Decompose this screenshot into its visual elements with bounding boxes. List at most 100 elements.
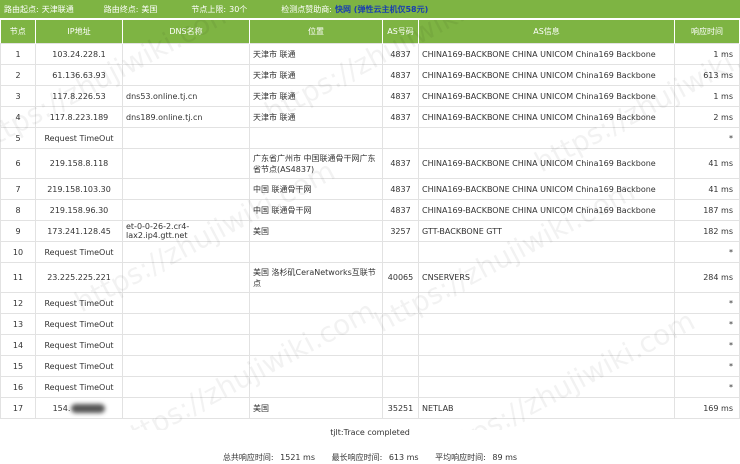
hop-cell: 8 bbox=[0, 199, 36, 221]
header-response-time: 响应时间 bbox=[674, 20, 740, 44]
response-time-cell-text: 1 ms bbox=[713, 49, 733, 59]
hop-cell: 15 bbox=[0, 355, 36, 377]
as-info-cell-text: GTT-BACKBONE GTT bbox=[422, 226, 502, 236]
ip-cell: 103.24.228.1 bbox=[35, 43, 123, 65]
hop-cell-text: 12 bbox=[12, 298, 24, 308]
ip-cell: 173.241.128.45 bbox=[35, 220, 123, 242]
location-cell bbox=[249, 292, 383, 314]
table-row: 1 103.24.228.1 天津市 联通 4837 CHINA169-BACKBONE… bbox=[0, 43, 740, 65]
as-number-cell-text: 4837 bbox=[390, 205, 411, 215]
response-time-cell: 182 ms bbox=[674, 220, 740, 242]
location-cell: 天津市 联通 bbox=[249, 106, 383, 128]
response-time-cell-text: * bbox=[729, 247, 733, 257]
as-info-cell: CHINA169-BACKBONE CHINA UNICOM China169 … bbox=[418, 64, 675, 86]
hop-cell-text: 15 bbox=[12, 361, 24, 371]
table-row: 7 219.158.103.30 中国 联通骨干网 4837 CHINA169-BACK… bbox=[0, 178, 740, 200]
ip-cell: Request TimeOut bbox=[35, 292, 123, 314]
location-cell-text: 美国 bbox=[253, 403, 269, 413]
ip-cell: Request TimeOut bbox=[35, 334, 123, 356]
ip-cell-text: 173.241.128.45 bbox=[47, 226, 111, 236]
header-dns: DNS名称 bbox=[122, 20, 250, 44]
hop-cell-text: 1 bbox=[15, 49, 21, 59]
as-number-cell: 4837 bbox=[382, 85, 419, 107]
ip-cell-text: 103.24.228.1 bbox=[52, 49, 106, 59]
location-cell: 中国 联通骨干网 bbox=[249, 178, 383, 200]
as-info-cell bbox=[418, 355, 675, 377]
as-number-cell-text: 4837 bbox=[390, 70, 411, 80]
as-info-cell: CHINA169-BACKBONE CHINA UNICOM China169 … bbox=[418, 43, 675, 65]
ip-cell: 61.136.63.93 bbox=[35, 64, 123, 86]
ip-cell-text: 154. bbox=[52, 403, 71, 413]
ip-cell: 117.8.226.53 bbox=[35, 85, 123, 107]
ip-cell-text: Request TimeOut bbox=[44, 382, 114, 392]
response-time-cell-text: * bbox=[729, 298, 733, 308]
dns-cell-text: dns53.online.tj.cn bbox=[126, 91, 198, 101]
as-number-cell: 35251 bbox=[382, 397, 419, 419]
response-time-cell: * bbox=[674, 241, 740, 263]
hop-cell-text: 9 bbox=[15, 226, 21, 236]
hop-cell-text: 16 bbox=[12, 382, 24, 392]
as-number-cell bbox=[382, 127, 419, 149]
location-cell bbox=[249, 241, 383, 263]
ip-cell-text: 117.8.223.189 bbox=[49, 112, 109, 122]
as-number-cell bbox=[382, 241, 419, 263]
response-time-cell: 41 ms bbox=[674, 148, 740, 179]
hop-cell: 6 bbox=[0, 148, 36, 179]
response-time-cell-text: 1 ms bbox=[713, 91, 733, 101]
location-cell-text: 中国 联通骨干网 bbox=[253, 184, 312, 194]
hop-cell: 7 bbox=[0, 178, 36, 200]
location-cell-text: 天津市 联通 bbox=[253, 112, 296, 122]
table-row: 14 Request TimeOut * bbox=[0, 334, 740, 356]
node-limit-label: 节点上限: bbox=[191, 4, 227, 14]
location-cell-text: 美国 bbox=[253, 226, 269, 236]
hop-cell-text: 11 bbox=[12, 273, 24, 282]
as-info-cell-text: CHINA169-BACKBONE CHINA UNICOM China169 … bbox=[422, 70, 656, 80]
location-cell-text: 天津市 联通 bbox=[253, 49, 296, 59]
ip-cell-text: Request TimeOut bbox=[44, 319, 114, 329]
ip-cell-text: 219.158.8.118 bbox=[49, 159, 109, 168]
as-info-cell-text: CHINA169-BACKBONE CHINA UNICOM China169 … bbox=[422, 205, 656, 215]
response-time-cell: 41 ms bbox=[674, 178, 740, 200]
header-location: 位置 bbox=[249, 20, 383, 44]
response-time-cell-text: * bbox=[729, 361, 733, 371]
table-row: 10 Request TimeOut * bbox=[0, 241, 740, 263]
hop-cell: 9 bbox=[0, 220, 36, 242]
dns-cell bbox=[122, 262, 250, 293]
as-number-cell-text: 4837 bbox=[390, 112, 411, 122]
hop-cell: 5 bbox=[0, 127, 36, 149]
route-end-label: 路由终点: bbox=[103, 4, 139, 14]
as-info-cell: CHINA169-BACKBONE CHINA UNICOM China169 … bbox=[418, 178, 675, 200]
as-info-cell: CHINA169-BACKBONE CHINA UNICOM China169 … bbox=[418, 199, 675, 221]
as-number-cell-text: 4837 bbox=[390, 91, 411, 101]
table-row: 5 Request TimeOut * bbox=[0, 127, 740, 149]
table-row: 16 Request TimeOut * bbox=[0, 376, 740, 398]
header-ip: IP地址 bbox=[35, 20, 123, 44]
hop-cell: 2 bbox=[0, 64, 36, 86]
as-number-cell-text: 40065 bbox=[387, 273, 414, 282]
response-time-cell-text: * bbox=[729, 319, 733, 329]
as-number-cell: 4837 bbox=[382, 106, 419, 128]
ip-cell-text: 219.158.96.30 bbox=[49, 205, 109, 215]
ip-cell-text: Request TimeOut bbox=[44, 247, 114, 257]
dns-cell bbox=[122, 148, 250, 179]
hop-cell: 14 bbox=[0, 334, 36, 356]
response-time-cell: 1 ms bbox=[674, 43, 740, 65]
sponsor-link[interactable]: 快网 (弹性云主机仅58元) bbox=[335, 4, 428, 15]
ip-cell-text: Request TimeOut bbox=[44, 298, 114, 308]
ip-cell-text: 61.136.63.93 bbox=[52, 70, 106, 80]
response-time-cell-text: 182 ms bbox=[703, 226, 733, 236]
location-cell: 美国 bbox=[249, 397, 383, 419]
as-number-cell: 4837 bbox=[382, 148, 419, 179]
dns-cell bbox=[122, 241, 250, 263]
as-info-cell bbox=[418, 127, 675, 149]
as-info-cell: CHINA169-BACKBONE CHINA UNICOM China169 … bbox=[418, 106, 675, 128]
as-number-cell bbox=[382, 355, 419, 377]
hop-cell: 1 bbox=[0, 43, 36, 65]
hop-cell-text: 13 bbox=[12, 319, 24, 329]
as-number-cell-text: 35251 bbox=[387, 403, 414, 413]
trace-summary-bar: 路由起点: 天津联通 路由终点: 美国 节点上限: 30个 检测点赞助商: 快网… bbox=[0, 0, 740, 18]
ip-cell-text: 23.225.225.221 bbox=[47, 273, 111, 282]
as-info-cell-text: CHINA169-BACKBONE CHINA UNICOM China169 … bbox=[422, 159, 656, 168]
as-info-cell-text: CNSERVERS bbox=[422, 273, 470, 282]
dns-cell bbox=[122, 397, 250, 419]
